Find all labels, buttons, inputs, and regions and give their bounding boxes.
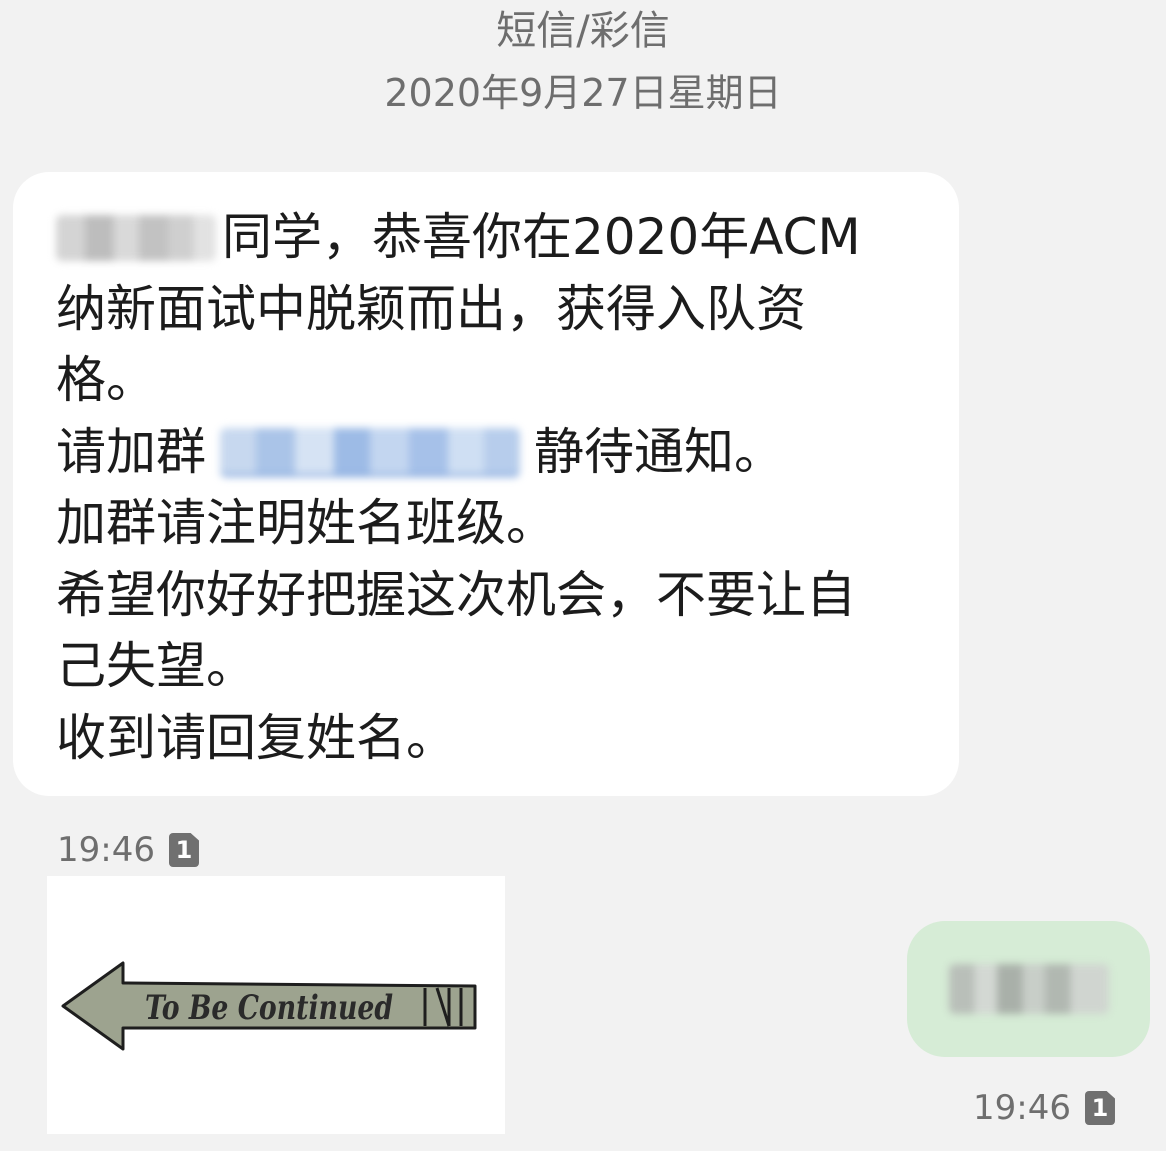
message-line: 纳新面试中脱颖而出，获得入队资 [56, 274, 919, 346]
message-line: 希望你好好把握这次机会，不要让自 [56, 560, 919, 632]
sim-card-icon: 1 [1084, 1091, 1115, 1125]
redacted-reply-text [948, 964, 1109, 1014]
message-text: 静待通知。 [534, 422, 784, 481]
message-line: 己失望。 [56, 631, 919, 703]
message-text: 加群请注明姓名班级。 [56, 494, 556, 552]
to-be-continued-arrow-image: To Be Continued [61, 961, 477, 1051]
outgoing-timestamp: 19:46 [973, 1088, 1071, 1128]
incoming-image-attachment[interactable]: To Be Continued [47, 876, 505, 1134]
message-line: 加群请注明姓名班级。 [56, 488, 919, 560]
redacted-group-number-link[interactable] [220, 427, 520, 477]
message-text: 同学，恭喜你在2020年ACM [222, 208, 861, 266]
message-text: 收到请回复姓名。 [56, 708, 456, 767]
incoming-message-meta: 19:46 1 [57, 830, 199, 870]
redacted-name [56, 214, 216, 261]
arrow-sign-text: To Be Continued [145, 988, 393, 1028]
message-text: 希望你好好把握这次机会，不要让自 [56, 565, 856, 624]
sim-card-icon: 1 [168, 833, 199, 867]
outgoing-message-meta: 19:46 1 [973, 1088, 1115, 1128]
message-line: 收到请回复姓名。 [56, 703, 919, 775]
incoming-timestamp: 19:46 [57, 830, 155, 870]
message-text: 请加群 [56, 422, 206, 481]
message-line: 请加群 静待通知。 [56, 417, 919, 489]
message-text: 纳新面试中脱颖而出，获得入队资 [56, 279, 806, 338]
incoming-message-bubble[interactable]: 同学，恭喜你在2020年ACM 纳新面试中脱颖而出，获得入队资 格。 请加群 静… [13, 172, 959, 796]
conversation-date: 2020年9月27日星期日 [384, 71, 782, 115]
outgoing-message-bubble[interactable] [907, 921, 1150, 1057]
message-text: 格。 [56, 351, 156, 409]
message-text: 己失望。 [56, 637, 256, 695]
message-type-label: 短信/彩信 [496, 8, 670, 54]
message-line: 格。 [56, 345, 919, 417]
message-line: 同学，恭喜你在2020年ACM [56, 202, 919, 274]
